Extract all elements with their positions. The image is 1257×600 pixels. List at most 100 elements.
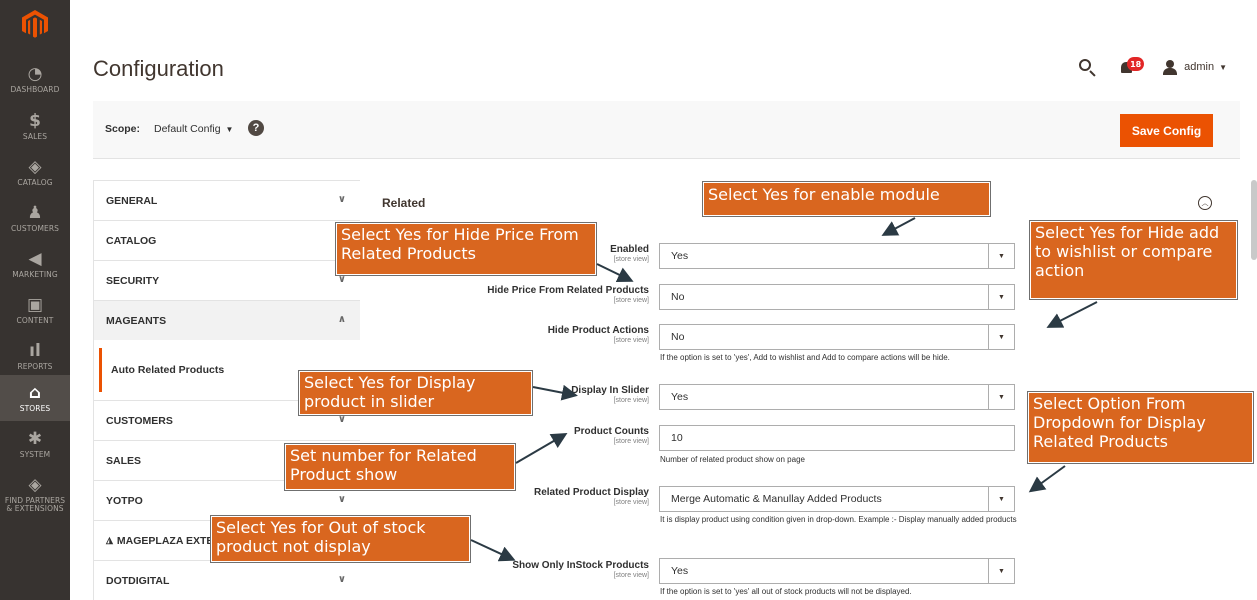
instock-select[interactable]: Yes ▼ [659,558,1015,584]
chevron-down-icon: ∨ [337,494,346,505]
user-menu[interactable]: admin ▼ [1163,59,1227,75]
partners-icon: ◈ [28,474,42,495]
arrow-display [1028,465,1066,493]
tab-label: CUSTOMERS [106,414,173,427]
user-icon [1163,59,1178,75]
caret-down-icon: ▼ [225,125,234,134]
field-note: Number of related product show on page [660,455,805,464]
nav-stores[interactable]: ⌂ STORES [0,375,70,421]
content-icon: ▣ [26,294,44,315]
dropdown-arrow-icon: ▼ [988,285,1014,309]
nav-reports[interactable]: ıl REPORTS [0,333,70,379]
arrow-stock [470,539,516,562]
field-label: Hide Product Actions [547,325,649,336]
page-title: Configuration [93,56,224,81]
field-note: If the option is set to 'yes', Add to wi… [660,353,950,362]
arrow-count [515,432,568,464]
collapse-icon[interactable]: ︿ [1198,196,1212,210]
callout-hide-actions: Select Yes for Hide add to wishlist or c… [1029,220,1238,300]
product-counts-input[interactable]: 10 [659,425,1015,451]
magento-logo-icon[interactable] [0,0,70,48]
related-display-select[interactable]: Merge Automatic & Manullay Added Product… [659,486,1015,512]
select-value: No [671,291,685,303]
chevron-down-icon: ∨ [337,574,346,585]
mageplaza-icon: ◮ [106,535,113,545]
save-config-button[interactable]: Save Config [1120,114,1213,147]
tab-catalog[interactable]: CATALOG∨ [94,220,360,260]
cube-icon: ◈ [28,156,42,177]
dollar-icon: $ [29,110,41,131]
admin-sidebar: ◔ DASHBOARD $ SALES ◈ CATALOG ♟ CUSTOMERS ◀ M… [0,0,70,600]
tab-dotdigital[interactable]: DOTDIGITAL ∨ [94,560,360,600]
hide-actions-select[interactable]: No ▼ [659,324,1015,350]
field-label: Show Only InStock Products [512,560,649,571]
chevron-up-icon: ∧ [337,314,346,325]
tab-general[interactable]: GENERAL ∨ [94,180,360,220]
field-label: Related Product Display [533,487,649,498]
person-icon: ♟ [27,202,43,223]
store-icon: ⌂ [28,382,42,403]
field-scope: [store view] [613,438,649,445]
field-scope: [store view] [613,256,649,263]
tab-security[interactable]: SECURITY ∨ [94,260,360,300]
nav-label: SALES [22,131,48,141]
tab-label: SALES [106,454,142,467]
tab-label: SECURITY [106,274,160,287]
tab-label: DOTDIGITAL [106,574,170,587]
nav-catalog[interactable]: ◈ CATALOG [0,149,70,195]
dashboard-icon: ◔ [27,63,43,84]
select-value: Yes [671,391,689,403]
nav-label: DASHBOARD [10,84,60,94]
help-icon[interactable]: ? [248,120,264,136]
field-scope: [store view] [613,337,649,344]
gear-icon: ✱ [27,428,43,449]
nav-sales[interactable]: $ SALES [0,103,70,149]
nav-dashboard[interactable]: ◔ DASHBOARD [0,56,70,102]
callout-display: Select Option From Dropdown for Display … [1027,391,1254,464]
scope-bar: Scope: Default Config ▼ ? Save Config [93,101,1240,159]
callout-enable: Select Yes for enable module [702,181,991,217]
tab-label: YOTPO [106,494,143,507]
nav-content[interactable]: ▣ CONTENT [0,287,70,333]
scope-label: Scope: [105,123,141,135]
field-label: Product Counts [574,426,649,437]
arrow-slider [532,384,578,401]
field-scope: [store view] [613,572,649,579]
nav-system[interactable]: ✱ SYSTEM [0,421,70,467]
field-scope: [store view] [613,499,649,506]
search-icon[interactable] [1077,57,1097,77]
nav-label: CATALOG [17,177,53,187]
nav-label: CUSTOMERS [10,223,60,233]
field-scope: [store view] [613,297,649,304]
nav-label: MARKETING [12,269,58,279]
dropdown-arrow-icon: ▼ [988,385,1014,409]
dropdown-arrow-icon: ▼ [988,559,1014,583]
arrow-enable [881,217,916,236]
callout-stock: Select Yes for Out of stock product not … [210,515,471,563]
nav-label: FIND PARTNERS & EXTENSIONS [4,495,66,513]
user-name: admin [1184,61,1215,73]
field-note: It is display product using condition gi… [660,515,1017,524]
bell-icon[interactable]: 18 [1119,57,1145,77]
select-value: Yes [671,565,689,577]
tab-label: CATALOG [106,234,157,247]
scope-switcher[interactable]: Default Config ▼ [154,123,233,135]
nav-label: STORES [19,403,51,413]
nav-label: REPORTS [17,361,53,371]
nav-marketing[interactable]: ◀ MARKETING [0,241,70,287]
page-scrollbar[interactable] [1251,180,1257,260]
hide-price-select[interactable]: No ▼ [659,284,1015,310]
tab-mageants[interactable]: MAGEANTS ∧ [94,300,360,340]
nav-label: CONTENT [16,315,54,325]
nav-customers[interactable]: ♟ CUSTOMERS [0,195,70,241]
nav-label: SYSTEM [19,449,51,459]
bar-chart-icon: ıl [29,340,41,361]
field-note: If the option is set to 'yes' all out of… [660,587,912,596]
nav-find-partners[interactable]: ◈ FIND PARTNERS & EXTENSIONS [0,469,70,519]
dropdown-arrow-icon: ▼ [988,244,1014,268]
display-slider-select[interactable]: Yes ▼ [659,384,1015,410]
field-label: Display In Slider [571,385,649,396]
enabled-select[interactable]: Yes ▼ [659,243,1015,269]
notification-badge: 18 [1127,57,1145,71]
arrow-hide-price [596,263,634,282]
